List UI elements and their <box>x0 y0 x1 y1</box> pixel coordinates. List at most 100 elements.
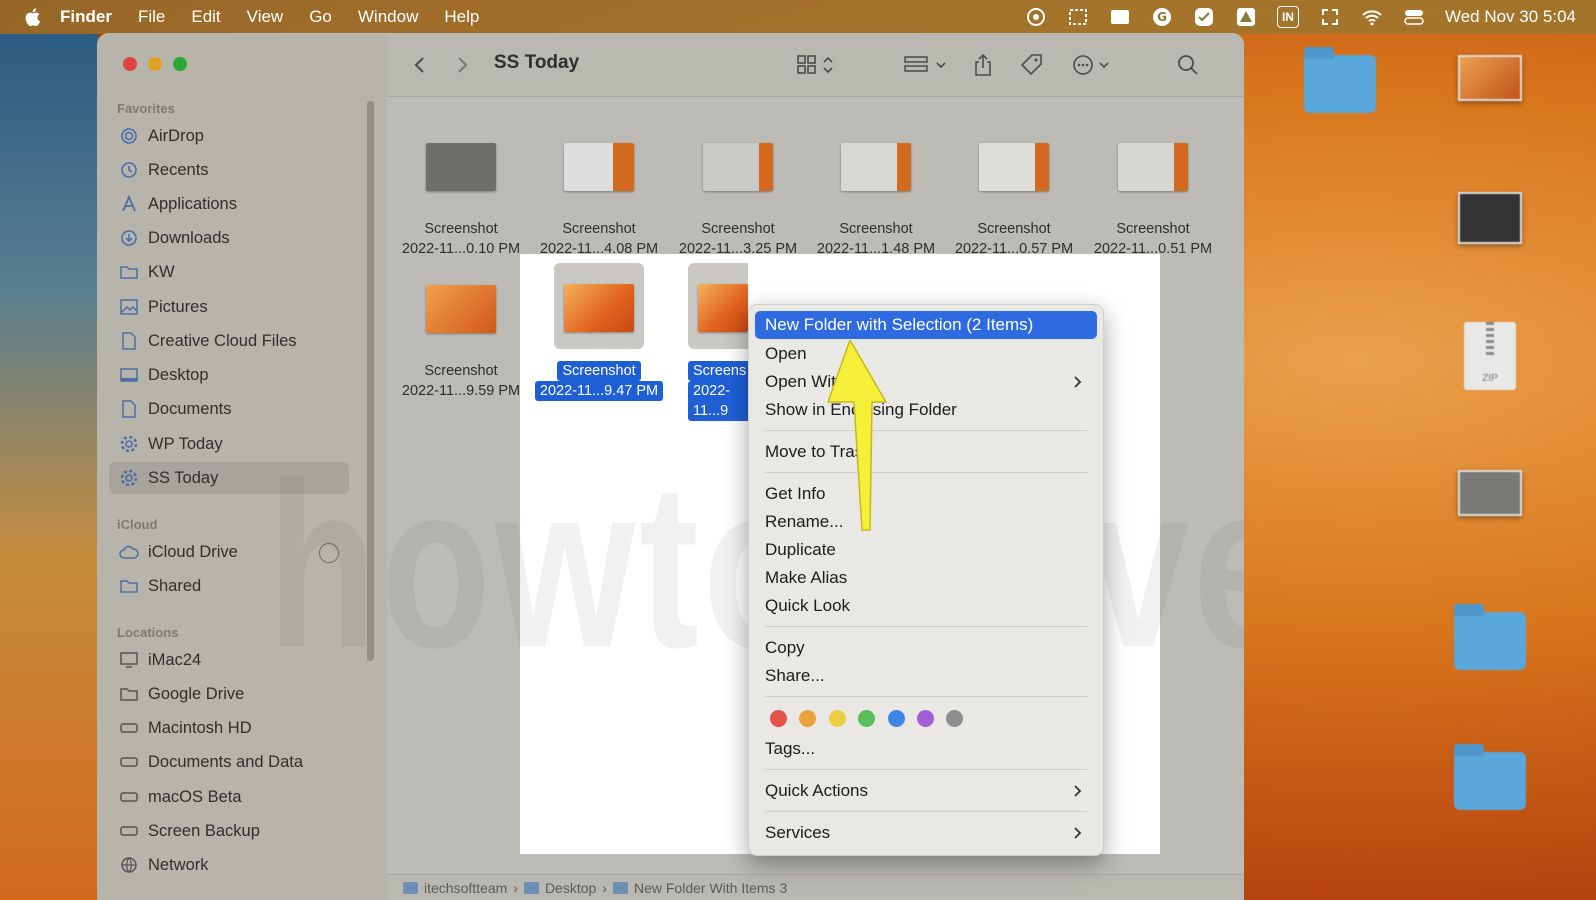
minimize-window-button[interactable] <box>148 57 162 71</box>
apple-menu-icon[interactable] <box>24 7 42 27</box>
file-item[interactable]: Screenshot 2022-11...0.57 PM <box>944 133 1084 259</box>
forward-chevron-icon[interactable] <box>455 53 469 77</box>
menu-item-open[interactable]: Open <box>755 340 1097 368</box>
menu-item-make-alias[interactable]: Make Alias <box>755 564 1097 592</box>
sidebar-item-ss-today[interactable]: SS Today <box>109 462 349 494</box>
menu-item-copy[interactable]: Copy <box>755 634 1097 662</box>
file-item[interactable]: Screenshot 2022-11...4.08 PM <box>529 133 669 259</box>
path-item[interactable]: New Folder With Items 3 <box>634 880 787 896</box>
group-by-icon[interactable] <box>904 53 950 77</box>
zoom-window-button[interactable] <box>173 57 187 71</box>
desktop-image-icon[interactable] <box>1452 470 1527 516</box>
menu-item-open-with[interactable]: Open With <box>755 368 1097 396</box>
icloud-progress-icon[interactable] <box>319 543 339 563</box>
expand-icon[interactable] <box>1319 6 1341 28</box>
menu-item-move-to-trash[interactable]: Move to Trash <box>755 438 1097 466</box>
sidebar-item-applications[interactable]: Applications <box>109 188 349 220</box>
sidebar-item-network[interactable]: Network <box>109 849 349 881</box>
menu-item-show-in-enclosing-folder[interactable]: Show in Enclosing Folder <box>755 396 1097 424</box>
drive-icon[interactable] <box>1235 6 1257 28</box>
checkmark-icon[interactable] <box>1193 6 1215 28</box>
file-item[interactable]: Screenshot 2022-11...1.48 PM <box>806 133 946 259</box>
sidebar-item-downloads[interactable]: Downloads <box>109 222 349 254</box>
sidebar-item-documents[interactable]: Documents <box>109 393 349 425</box>
inbox-icon[interactable] <box>1109 6 1131 28</box>
back-chevron-icon[interactable] <box>413 53 427 77</box>
menu-item-new-folder-with-selection[interactable]: New Folder with Selection (2 Items) <box>755 311 1097 339</box>
menu-item-rename[interactable]: Rename... <box>755 508 1097 536</box>
sidebar-item-desktop[interactable]: Desktop <box>109 359 349 391</box>
sidebar-item-imac24[interactable]: iMac24 <box>109 644 349 676</box>
share-icon[interactable] <box>973 53 993 77</box>
sidebar-item-recents[interactable]: Recents <box>109 154 349 186</box>
tag-icon[interactable] <box>1020 53 1044 77</box>
sidebar-item-airdrop[interactable]: AirDrop <box>109 120 349 152</box>
menu-view[interactable]: View <box>247 7 284 27</box>
more-actions-icon[interactable] <box>1072 53 1116 77</box>
sidebar-scrollbar[interactable] <box>367 101 374 661</box>
sidebar-item-documents-and-data[interactable]: Documents and Data <box>109 746 349 778</box>
icon-view-grid-icon[interactable] <box>797 53 837 77</box>
file-name: Screenshot <box>1116 221 1190 237</box>
tag-blue-dot[interactable] <box>888 710 905 727</box>
sidebar-item-google-drive[interactable]: Google Drive <box>109 678 349 710</box>
menu-help[interactable]: Help <box>444 7 479 27</box>
menu-item-quick-look[interactable]: Quick Look <box>755 592 1097 620</box>
menu-window[interactable]: Window <box>358 7 418 27</box>
menu-item-share[interactable]: Share... <box>755 662 1097 690</box>
menu-item-services[interactable]: Services <box>755 819 1097 847</box>
menu-app-name[interactable]: Finder <box>60 7 112 27</box>
close-window-button[interactable] <box>123 57 137 71</box>
sidebar-item-macos-beta[interactable]: macOS Beta <box>109 781 349 813</box>
sidebar-item-label: Pictures <box>148 297 208 316</box>
screenshot-icon[interactable] <box>1067 6 1089 28</box>
grammarly-icon[interactable]: G <box>1151 6 1173 28</box>
desktop-folder-icon[interactable] <box>1450 744 1530 810</box>
tag-yellow-dot[interactable] <box>829 710 846 727</box>
menu-file[interactable]: File <box>138 7 165 27</box>
tag-orange-dot[interactable] <box>799 710 816 727</box>
icloud-section-title: iCloud <box>117 517 158 532</box>
menu-item-quick-actions[interactable]: Quick Actions <box>755 777 1097 805</box>
desktop-image-icon[interactable] <box>1452 192 1527 244</box>
tag-green-dot[interactable] <box>858 710 875 727</box>
tag-gray-dot[interactable] <box>946 710 963 727</box>
sidebar-item-pictures[interactable]: Pictures <box>109 291 349 323</box>
sidebar-item-shared[interactable]: Shared <box>109 570 349 602</box>
sidebar-item-icloud-drive[interactable]: iCloud Drive <box>109 536 349 568</box>
menu-go[interactable]: Go <box>309 7 332 27</box>
sidebar-item-screen-backup[interactable]: Screen Backup <box>109 815 349 847</box>
file-item[interactable]: Screenshot 2022-11...3.25 PM <box>668 133 808 259</box>
globe-icon[interactable] <box>1025 6 1047 28</box>
sidebar-item-wp-today[interactable]: WP Today <box>109 428 349 460</box>
file-item[interactable]: Screenshot 2022-11...0.51 PM <box>1083 133 1223 259</box>
tag-purple-dot[interactable] <box>917 710 934 727</box>
desktop-folder-icon[interactable] <box>1450 604 1530 670</box>
menu-item-duplicate[interactable]: Duplicate <box>755 536 1097 564</box>
menubar-clock[interactable]: Wed Nov 30 5:04 <box>1445 7 1576 27</box>
search-icon[interactable] <box>1177 53 1199 77</box>
control-center-icon[interactable] <box>1403 6 1425 28</box>
tag-red-dot[interactable] <box>770 710 787 727</box>
sidebar-item-creative-cloud[interactable]: Creative Cloud Files <box>109 325 349 357</box>
file-item-selected[interactable]: Screenshot 2022-11...9.47 PM <box>529 263 669 401</box>
path-item[interactable]: itechsoftteam <box>424 880 507 896</box>
wifi-icon[interactable] <box>1361 6 1383 28</box>
toolbar: SS Today <box>387 33 1244 97</box>
menu-edit[interactable]: Edit <box>191 7 220 27</box>
path-item[interactable]: Desktop <box>545 880 596 896</box>
desktop-image-icon[interactable] <box>1452 55 1527 101</box>
desktop-zip-icon[interactable]: ZIP <box>1460 322 1520 390</box>
menu-item-tags[interactable]: Tags... <box>755 735 1097 763</box>
sidebar-item-kw[interactable]: KW <box>109 256 349 288</box>
sidebar-item-label: Documents <box>148 399 232 418</box>
file-item[interactable]: Screenshot 2022-11...0.10 PM <box>391 133 531 259</box>
menu-item-get-info[interactable]: Get Info <box>755 480 1097 508</box>
input-source-indicator[interactable]: IN <box>1276 6 1299 28</box>
folder-icon <box>119 685 139 703</box>
desktop-folder-icon[interactable] <box>1300 47 1380 134</box>
file-thumbnail <box>564 143 634 191</box>
file-item-selected[interactable]: Screens 2022-11...9 <box>668 263 748 421</box>
file-item[interactable]: Screenshot 2022-11...9.59 PM <box>391 275 531 401</box>
sidebar-item-macintosh-hd[interactable]: Macintosh HD <box>109 712 349 744</box>
